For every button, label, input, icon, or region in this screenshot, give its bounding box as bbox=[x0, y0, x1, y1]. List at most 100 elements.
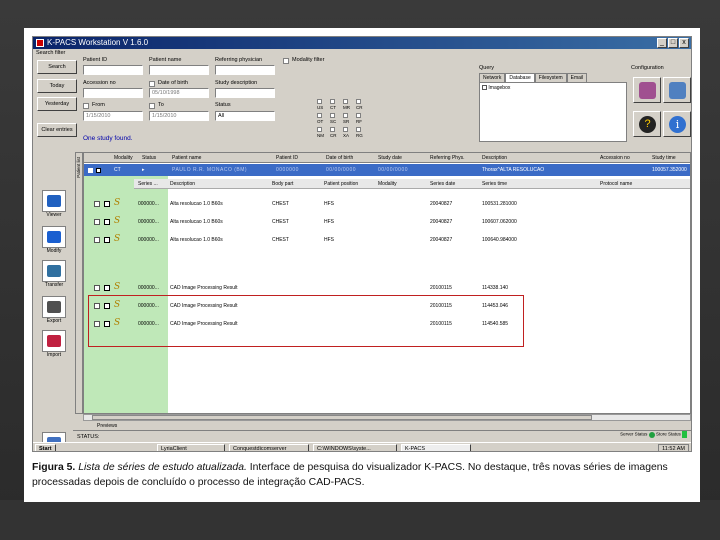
scroll-thumb[interactable] bbox=[92, 415, 592, 420]
modality-checkbox[interactable] bbox=[343, 113, 348, 118]
study-column-header[interactable]: Patient name bbox=[172, 155, 201, 161]
window-controls: _ □ x bbox=[657, 38, 689, 48]
patient-list-tab[interactable]: Patient list bbox=[75, 152, 83, 414]
imagebox-item[interactable]: Imagebox bbox=[488, 85, 510, 91]
study-column-header[interactable]: Study time bbox=[652, 155, 676, 161]
taskbar-lyriaclient[interactable]: LyriaClient bbox=[157, 444, 225, 451]
tab-network[interactable]: Network bbox=[479, 73, 506, 82]
study-column-header[interactable]: Status bbox=[142, 155, 156, 161]
previews-bar[interactable]: Previews bbox=[83, 422, 691, 430]
taskbar-conquest[interactable]: Conquestdicomserver bbox=[229, 444, 309, 451]
sidebar-item-label: Viewer bbox=[46, 212, 62, 218]
study-patient-name: PAULO R.R. MONACO (BM) bbox=[172, 167, 248, 173]
taskbar-kpacs[interactable]: K-PACS bbox=[401, 444, 471, 451]
series-column-header[interactable]: Series ... bbox=[138, 181, 158, 187]
modality-checkbox[interactable] bbox=[356, 113, 361, 118]
series-column-header[interactable]: Protocol name bbox=[600, 181, 632, 187]
series-column-header[interactable]: Series time bbox=[482, 181, 507, 187]
expand-icon[interactable] bbox=[94, 285, 100, 291]
series-row[interactable]: S 000000... Alta resolucao 1.0 B60s CHEST HF… bbox=[84, 233, 690, 247]
study-column-header[interactable]: Modality bbox=[114, 155, 133, 161]
series-cell-num: 000000... bbox=[138, 237, 159, 243]
expand-icon[interactable] bbox=[94, 201, 100, 207]
dob-input[interactable]: 05/10/1998 bbox=[149, 88, 209, 98]
modality-checkbox[interactable] bbox=[317, 113, 322, 118]
study-column-header[interactable]: Patient ID bbox=[276, 155, 298, 161]
series-checkbox[interactable] bbox=[104, 219, 110, 225]
dob-checkbox[interactable] bbox=[149, 81, 155, 87]
modality-checkbox[interactable] bbox=[343, 127, 348, 132]
sidebar-icon-frame bbox=[42, 296, 66, 318]
modality-checkbox[interactable] bbox=[356, 99, 361, 104]
import-icon bbox=[47, 335, 61, 347]
study-column-header[interactable]: Study date bbox=[378, 155, 402, 161]
patient-id-input[interactable] bbox=[83, 65, 143, 75]
sidebar-item-import[interactable]: Import bbox=[37, 330, 71, 358]
series-cell-desc: Alta resolucao 1.0 B60s bbox=[170, 201, 223, 207]
sidebar-item-export[interactable]: Export bbox=[37, 296, 71, 324]
network-icon bbox=[669, 82, 686, 99]
close-button[interactable]: x bbox=[679, 38, 689, 48]
taskbar-cmd[interactable]: C:\WINDOWS\syste... bbox=[313, 444, 397, 451]
tab-email[interactable]: Email bbox=[566, 73, 588, 82]
study-checkbox[interactable] bbox=[96, 168, 101, 173]
series-column-header[interactable]: Description bbox=[170, 181, 195, 187]
from-date-input[interactable]: 1/15/2010 bbox=[83, 111, 143, 121]
series-cell-desc: Alta resolucao 1.0 B60s bbox=[170, 219, 223, 225]
from-checkbox[interactable] bbox=[83, 103, 89, 109]
modality-checkbox[interactable] bbox=[356, 127, 361, 132]
sidebar-item-viewer[interactable]: Viewer bbox=[37, 190, 71, 218]
sidebar-item-transfer[interactable]: Transfer bbox=[37, 260, 71, 288]
study-row[interactable]: CT ▸ PAULO R.R. MONACO (BM) 0000000 00/0… bbox=[84, 164, 690, 176]
to-date-input[interactable]: 1/15/2010 bbox=[149, 111, 209, 121]
modality-checkbox[interactable] bbox=[330, 99, 335, 104]
referring-physician-input[interactable] bbox=[215, 65, 275, 75]
study-description-input[interactable] bbox=[215, 88, 275, 98]
search-button[interactable]: Search bbox=[37, 60, 77, 74]
yesterday-button[interactable]: Yesterday bbox=[37, 97, 77, 111]
study-column-header[interactable]: Accession no bbox=[600, 155, 630, 161]
modality-checkbox[interactable] bbox=[343, 99, 348, 104]
minimize-button[interactable]: _ bbox=[657, 38, 667, 48]
tab-database[interactable]: Database bbox=[505, 73, 535, 82]
collapse-icon[interactable] bbox=[88, 168, 93, 173]
series-column-header[interactable]: Modality bbox=[378, 181, 397, 187]
series-row[interactable]: S 000000... Alta resolucao 1.0 B60s CHEST HF… bbox=[84, 197, 690, 211]
modality-checkbox[interactable] bbox=[330, 127, 335, 132]
study-column-header[interactable]: Description bbox=[482, 155, 507, 161]
sidebar-item-label: Modify bbox=[46, 248, 62, 254]
patient-name-input[interactable] bbox=[149, 65, 209, 75]
series-checkbox[interactable] bbox=[104, 201, 110, 207]
modality-checkbox[interactable] bbox=[330, 113, 335, 118]
help-button[interactable]: ? bbox=[633, 111, 661, 137]
modality-filter-checkbox[interactable] bbox=[283, 58, 289, 64]
start-button[interactable]: Start bbox=[35, 444, 56, 451]
series-column-header[interactable]: Series date bbox=[430, 181, 455, 187]
clear-entries-button[interactable]: Clear entries bbox=[37, 123, 77, 137]
tab-filesystem[interactable]: Filesystem bbox=[534, 73, 567, 82]
horizontal-scrollbar[interactable] bbox=[83, 414, 691, 421]
series-row[interactable]: S 000000... Alta resolucao 1.0 B60s CHEST HF… bbox=[84, 215, 690, 229]
today-button[interactable]: Today bbox=[37, 79, 77, 93]
info-button[interactable]: i bbox=[663, 111, 691, 137]
modality-checkbox[interactable] bbox=[317, 127, 322, 132]
series-row[interactable]: S 000000... CAD Image Processing Result 201… bbox=[84, 281, 690, 295]
study-column-header[interactable]: Referring Phys. bbox=[430, 155, 464, 161]
series-column-header[interactable]: Body part bbox=[272, 181, 293, 187]
series-checkbox[interactable] bbox=[104, 285, 110, 291]
expand-icon[interactable] bbox=[94, 237, 100, 243]
maximize-button[interactable]: □ bbox=[668, 38, 678, 48]
status-select[interactable]: All bbox=[215, 111, 275, 121]
study-column-header[interactable]: Date of birth bbox=[326, 155, 353, 161]
series-column-header[interactable]: Patient position bbox=[324, 181, 358, 187]
to-checkbox[interactable] bbox=[149, 103, 155, 109]
sidebar-item-modify[interactable]: Modify bbox=[37, 226, 71, 254]
modality-checkbox[interactable] bbox=[317, 99, 322, 104]
network-button[interactable] bbox=[663, 77, 691, 103]
sidebar-icon-frame bbox=[42, 260, 66, 282]
accession-input[interactable] bbox=[83, 88, 143, 98]
series-checkbox[interactable] bbox=[104, 237, 110, 243]
imagebox-checkbox[interactable] bbox=[482, 85, 487, 91]
config-button[interactable] bbox=[633, 77, 661, 103]
expand-icon[interactable] bbox=[94, 219, 100, 225]
